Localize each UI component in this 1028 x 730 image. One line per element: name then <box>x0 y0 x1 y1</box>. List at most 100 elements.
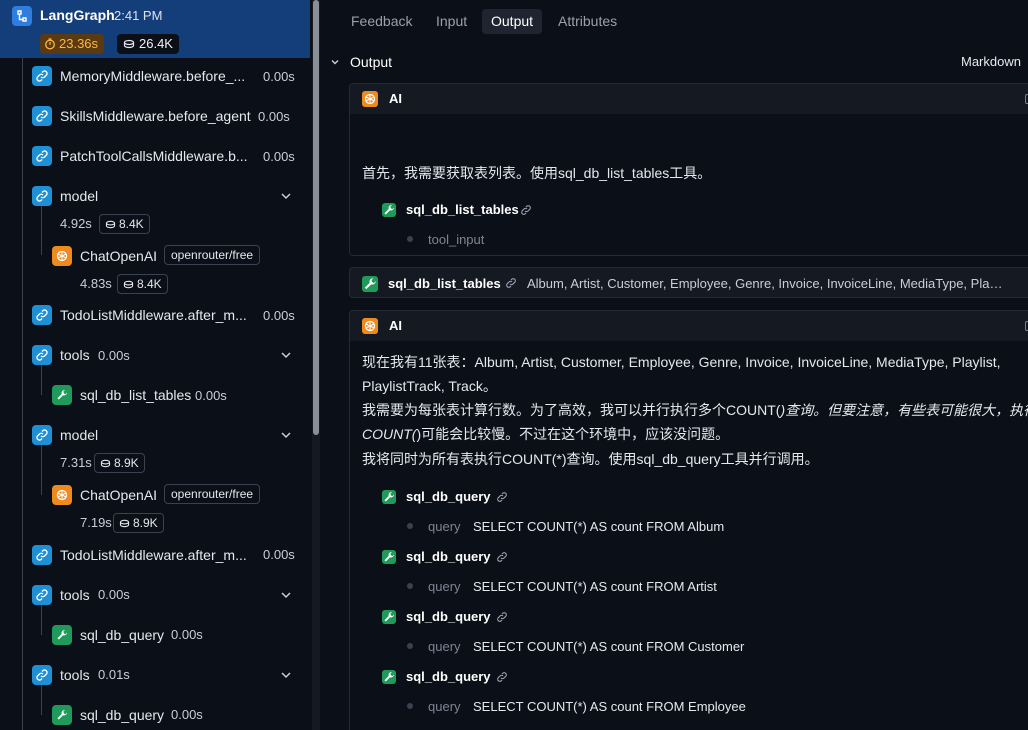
token-count: 8.9K <box>114 456 139 470</box>
message-text-line: 我需要为每张表计算行数。为了高效，我可以并行执行多个COUNT()查询。但要注意… <box>362 398 1028 422</box>
tree-node-label[interactable]: tools <box>60 347 90 363</box>
wrench-icon <box>382 550 396 564</box>
tree-node-duration: 0.00s <box>195 388 227 403</box>
tool-call-name: sql_db_query <box>406 549 491 564</box>
tab-output[interactable]: Output <box>482 9 543 34</box>
chevron-down-icon[interactable] <box>279 348 293 362</box>
output-section-header[interactable]: Output <box>330 52 392 72</box>
arg-value: SELECT COUNT(*) AS count FROM Artist <box>473 579 717 594</box>
tab-input[interactable]: Input <box>427 9 476 34</box>
arg-bullet <box>407 703 413 709</box>
openai-icon <box>52 246 72 266</box>
root-tokens: 26.4K <box>139 36 173 51</box>
tree-node-duration: 7.19s <box>80 515 112 530</box>
format-toggle[interactable]: Markdown <box>961 54 1021 69</box>
arg-bullet <box>407 523 413 529</box>
tree-node-duration: 0.00s <box>98 587 130 602</box>
arg-key: query <box>428 579 461 594</box>
link-icon[interactable] <box>496 671 508 683</box>
chain-link-icon <box>32 305 52 325</box>
tab-attributes[interactable]: Attributes <box>549 9 626 34</box>
output-title: Output <box>350 54 393 70</box>
token-badge: 8.9K <box>94 453 145 473</box>
run-tree-panel: LangGraph 2:41 PM 23.36s 26.4K MemoryMid… <box>0 0 312 730</box>
model-badge: openrouter/free <box>164 245 261 265</box>
chevron-down-icon[interactable] <box>279 588 293 602</box>
tool-call-name: sql_db_list_tables <box>406 202 519 217</box>
wrench-icon <box>52 705 72 725</box>
tree-guide <box>41 205 42 255</box>
text-segment: 我需要为每张表计算行数。为了高效，我可以并行执行多个COUNT( <box>362 402 781 418</box>
wrench-icon <box>52 625 72 645</box>
tree-root-row[interactable]: LangGraph 2:41 PM 23.36s 26.4K <box>0 0 310 58</box>
tree-node-duration: 0.00s <box>258 109 290 124</box>
chevron-down-icon[interactable] <box>279 189 293 203</box>
arg-bullet <box>407 643 413 649</box>
tool-call-name: sql_db_query <box>406 609 491 624</box>
message-text-line: PlaylistTrack, Track。 <box>362 378 497 394</box>
chevron-down-icon[interactable] <box>279 668 293 682</box>
link-icon[interactable] <box>496 611 508 623</box>
wrench-icon <box>362 276 378 292</box>
ai-message-card: AI 现在我有11张表：Album, Artist, Customer, Emp… <box>349 310 1028 730</box>
tree-node-label[interactable]: TodoListMiddleware.after_m... <box>60 307 247 323</box>
tree-node-label[interactable]: model <box>60 188 98 204</box>
message-text: 首先，我需要获取表列表。使用sql_db_list_tables工具。 <box>362 165 712 181</box>
tree-node-label[interactable]: sql_db_list_tables <box>80 387 191 403</box>
token-count: 8.9K <box>133 516 158 530</box>
root-tokens-badge: 26.4K <box>117 34 179 54</box>
chevron-down-icon[interactable] <box>279 428 293 442</box>
coins-icon <box>123 280 134 288</box>
root-duration: 23.36s <box>59 36 99 51</box>
arg-value: SELECT COUNT(*) AS count FROM Customer <box>473 639 745 654</box>
card-header: AI <box>350 84 1028 114</box>
tree-node-duration: 0.01s <box>98 667 130 682</box>
tool-call-name: sql_db_query <box>406 669 491 684</box>
chain-link-icon <box>32 66 52 86</box>
tool-result-row[interactable]: sql_db_list_tables Album, Artist, Custom… <box>349 267 1028 298</box>
token-badge: 8.4K <box>99 214 150 234</box>
link-icon[interactable] <box>520 204 532 216</box>
chain-link-icon <box>32 585 52 605</box>
tool-call-name: sql_db_query <box>406 489 491 504</box>
tree-node-label[interactable]: ChatOpenAI <box>80 487 157 503</box>
arg-bullet <box>407 583 413 589</box>
tree-node-label[interactable]: tools <box>60 587 90 603</box>
chain-link-icon <box>32 545 52 565</box>
tree-node-label[interactable]: ChatOpenAI <box>80 248 157 264</box>
token-badge: 8.4K <box>117 274 168 294</box>
tree-guide <box>41 685 42 715</box>
tree-node-label[interactable]: tools <box>60 667 90 683</box>
link-icon[interactable] <box>496 491 508 503</box>
tree-node-label[interactable]: TodoListMiddleware.after_m... <box>60 547 247 563</box>
tree-scrollbar-thumb[interactable] <box>313 0 319 435</box>
tree-node-label[interactable]: sql_db_query <box>80 627 164 643</box>
chevron-down-icon[interactable] <box>330 57 340 67</box>
tree-node-label[interactable]: PatchToolCallsMiddleware.b... <box>60 148 248 164</box>
chain-link-icon <box>32 146 52 166</box>
tree-node-label[interactable]: model <box>60 427 98 443</box>
tab-feedback[interactable]: Feedback <box>342 9 421 34</box>
chain-link-icon <box>32 425 52 445</box>
tree-node-label[interactable]: MemoryMiddleware.before_... <box>60 68 245 84</box>
coins-icon <box>123 39 135 49</box>
wrench-icon <box>382 610 396 624</box>
tree-node-duration: 0.00s <box>171 707 203 722</box>
token-count: 8.4K <box>119 217 144 231</box>
chain-link-icon <box>32 106 52 126</box>
root-title: LangGraph <box>40 7 115 23</box>
tree-node-label[interactable]: SkillsMiddleware.before_agent <box>60 108 251 124</box>
italic-segment: COUNT( <box>362 426 417 442</box>
root-time: 2:41 PM <box>114 8 163 23</box>
tree-node-label[interactable]: sql_db_query <box>80 707 164 723</box>
arg-key: query <box>428 699 461 714</box>
arg-value: SELECT COUNT(*) AS count FROM Employee <box>473 699 746 714</box>
italic-segment: )查询。但要注意，有些表可能很大，执行 <box>780 402 1028 418</box>
link-icon[interactable] <box>496 551 508 563</box>
link-icon[interactable] <box>505 277 517 289</box>
tree-node-duration: 4.92s <box>60 216 92 231</box>
coins-icon <box>100 459 111 467</box>
tree-guide <box>41 365 42 395</box>
message-text-line: 现在我有11张表：Album, Artist, Customer, Employ… <box>362 354 1001 370</box>
arg-bullet <box>407 236 413 242</box>
